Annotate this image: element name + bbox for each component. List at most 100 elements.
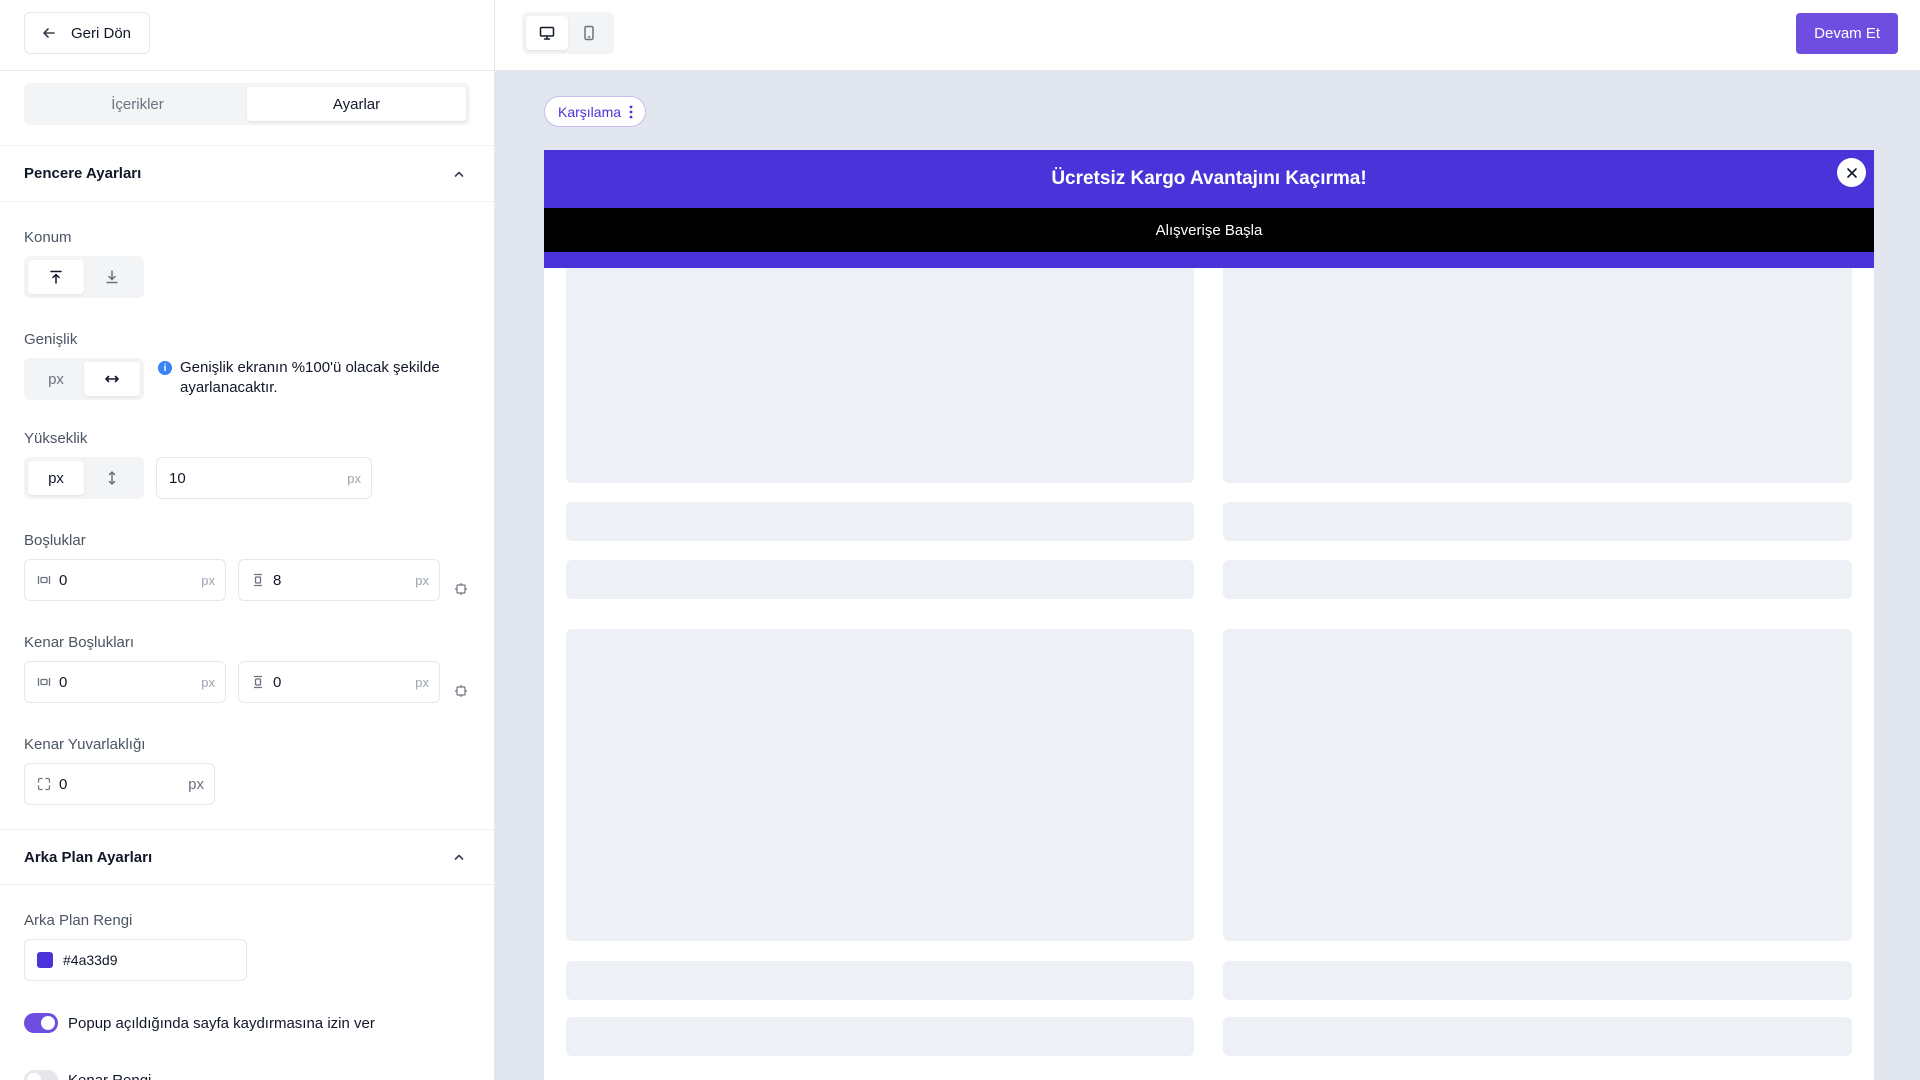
margin-horizontal-unit: px bbox=[201, 674, 215, 690]
placeholder-line bbox=[566, 502, 1194, 541]
padding-horizontal-input[interactable]: 0 px bbox=[24, 559, 226, 601]
allow-scroll-label: Popup açıldığında sayfa kaydırmasına izi… bbox=[68, 1014, 375, 1032]
bg-color-value: #4a33d9 bbox=[63, 952, 118, 968]
placeholder-block bbox=[1223, 629, 1852, 941]
position-label: Konum bbox=[24, 229, 72, 246]
corner-radius-icon bbox=[37, 777, 51, 791]
link-values-icon[interactable] bbox=[454, 582, 468, 596]
margin-row: 0 px 0 px bbox=[24, 661, 470, 703]
chevron-up-icon bbox=[452, 167, 466, 181]
background-settings-title: Arka Plan Ayarları bbox=[24, 848, 153, 866]
arrow-left-icon bbox=[41, 25, 57, 41]
popup-banner[interactable]: Ücretsiz Kargo Avantajını Kaçırma! Alışv… bbox=[544, 150, 1874, 268]
allow-scroll-toggle[interactable] bbox=[24, 1013, 58, 1033]
desktop-view-button[interactable] bbox=[526, 16, 568, 50]
settings-sidebar: Geri Dön İçerikler Ayarlar Pencere Ayarl… bbox=[0, 0, 495, 1080]
height-row: px 10 px bbox=[24, 457, 470, 499]
padding-horizontal-unit: px bbox=[201, 572, 215, 588]
sidebar-header: Geri Dön bbox=[0, 0, 494, 71]
back-button-label: Geri Dön bbox=[71, 24, 132, 42]
width-px-option[interactable]: px bbox=[28, 362, 84, 396]
placeholder-line bbox=[566, 961, 1194, 1000]
width-toggle: px bbox=[24, 358, 144, 400]
mobile-icon bbox=[581, 25, 597, 41]
top-toolbar: Devam Et bbox=[495, 0, 1920, 71]
more-vertical-icon[interactable] bbox=[629, 105, 633, 119]
vertical-spacing-icon bbox=[251, 675, 265, 689]
step-label: Karşılama bbox=[558, 103, 622, 120]
placeholder-block bbox=[566, 629, 1194, 941]
placeholder-line bbox=[1223, 961, 1852, 1000]
radius-unit: px bbox=[188, 775, 204, 793]
vertical-spacing-icon bbox=[251, 573, 265, 587]
margin-horizontal-value: 0 bbox=[59, 673, 68, 691]
close-icon bbox=[1846, 167, 1858, 179]
height-input[interactable]: 10 px bbox=[156, 457, 372, 499]
position-top-option[interactable] bbox=[28, 260, 84, 294]
mobile-view-button[interactable] bbox=[568, 16, 610, 50]
tab-contents[interactable]: İçerikler bbox=[28, 87, 247, 121]
height-value: 10 bbox=[169, 469, 186, 487]
device-switcher bbox=[522, 12, 614, 54]
placeholder-line bbox=[1223, 1017, 1852, 1056]
info-icon: i bbox=[158, 361, 172, 375]
width-full-option[interactable] bbox=[84, 362, 140, 396]
placeholder-block bbox=[566, 262, 1194, 483]
align-top-icon bbox=[48, 269, 64, 285]
height-label: Yükseklik bbox=[24, 430, 88, 447]
allow-scroll-row: Popup açıldığında sayfa kaydırmasına izi… bbox=[24, 1013, 470, 1033]
border-color-row: Kenar Rengi bbox=[24, 1070, 470, 1080]
auto-height-icon bbox=[104, 470, 120, 486]
margin-vertical-input[interactable]: 0 px bbox=[238, 661, 440, 703]
window-settings-title: Pencere Ayarları bbox=[24, 165, 142, 182]
margin-horizontal-input[interactable]: 0 px bbox=[24, 661, 226, 703]
step-chip[interactable]: Karşılama bbox=[544, 96, 647, 127]
padding-vertical-value: 8 bbox=[273, 571, 282, 589]
placeholder-line bbox=[566, 560, 1194, 599]
height-unit: px bbox=[347, 470, 361, 486]
margin-vertical-value: 0 bbox=[273, 673, 282, 691]
width-info-text: Genişlik ekranın %100'ü olacak şekilde a… bbox=[180, 359, 440, 396]
padding-label: Boşluklar bbox=[24, 532, 86, 549]
placeholder-line bbox=[1223, 560, 1852, 599]
bg-color-input[interactable]: #4a33d9 bbox=[24, 939, 247, 981]
padding-horizontal-value: 0 bbox=[59, 571, 68, 589]
align-bottom-icon bbox=[104, 269, 120, 285]
link-values-icon[interactable] bbox=[454, 684, 468, 698]
color-swatch[interactable] bbox=[37, 952, 53, 968]
horizontal-spacing-icon bbox=[37, 675, 51, 689]
margin-vertical-unit: px bbox=[415, 674, 429, 690]
radius-input[interactable]: 0 px bbox=[24, 763, 215, 805]
position-toggle bbox=[24, 256, 144, 298]
height-auto-option[interactable] bbox=[84, 461, 140, 495]
border-color-toggle[interactable] bbox=[24, 1070, 58, 1080]
height-px-option[interactable]: px bbox=[28, 461, 84, 495]
placeholder-line bbox=[566, 1017, 1194, 1056]
height-toggle: px bbox=[24, 457, 144, 499]
placeholder-block bbox=[1223, 262, 1852, 483]
back-button[interactable]: Geri Dön bbox=[24, 12, 151, 54]
window-settings-header[interactable]: Pencere Ayarları bbox=[0, 146, 494, 202]
tabs-container: İçerikler Ayarlar bbox=[0, 71, 494, 146]
horizontal-spacing-icon bbox=[37, 573, 51, 587]
banner-cta-button[interactable]: Alışverişe Başla bbox=[544, 208, 1874, 252]
padding-vertical-input[interactable]: 8 px bbox=[238, 559, 440, 601]
placeholder-line bbox=[1223, 502, 1852, 541]
chevron-up-icon bbox=[452, 850, 466, 864]
border-color-label: Kenar Rengi bbox=[68, 1071, 152, 1080]
desktop-icon bbox=[539, 25, 555, 41]
banner-close-button[interactable] bbox=[1837, 158, 1866, 187]
sidebar-tabs: İçerikler Ayarlar bbox=[24, 83, 470, 125]
width-label: Genişlik bbox=[24, 331, 78, 348]
continue-button[interactable]: Devam Et bbox=[1796, 13, 1898, 54]
position-bottom-option[interactable] bbox=[84, 260, 140, 294]
preview-canvas: Karşılama Ücretsiz Kargo Avantajını Kaçı… bbox=[495, 71, 1920, 1080]
radius-label: Kenar Yuvarlaklığı bbox=[24, 736, 146, 753]
padding-vertical-unit: px bbox=[415, 572, 429, 588]
radius-value: 0 bbox=[59, 775, 68, 793]
tab-settings[interactable]: Ayarlar bbox=[247, 87, 466, 121]
width-info: i Genişlik ekranın %100'ü olacak şekilde… bbox=[158, 358, 470, 398]
preview-page: Ücretsiz Kargo Avantajını Kaçırma! Alışv… bbox=[544, 150, 1874, 1080]
full-width-icon bbox=[104, 371, 120, 387]
background-settings-header[interactable]: Arka Plan Ayarları bbox=[0, 829, 494, 885]
